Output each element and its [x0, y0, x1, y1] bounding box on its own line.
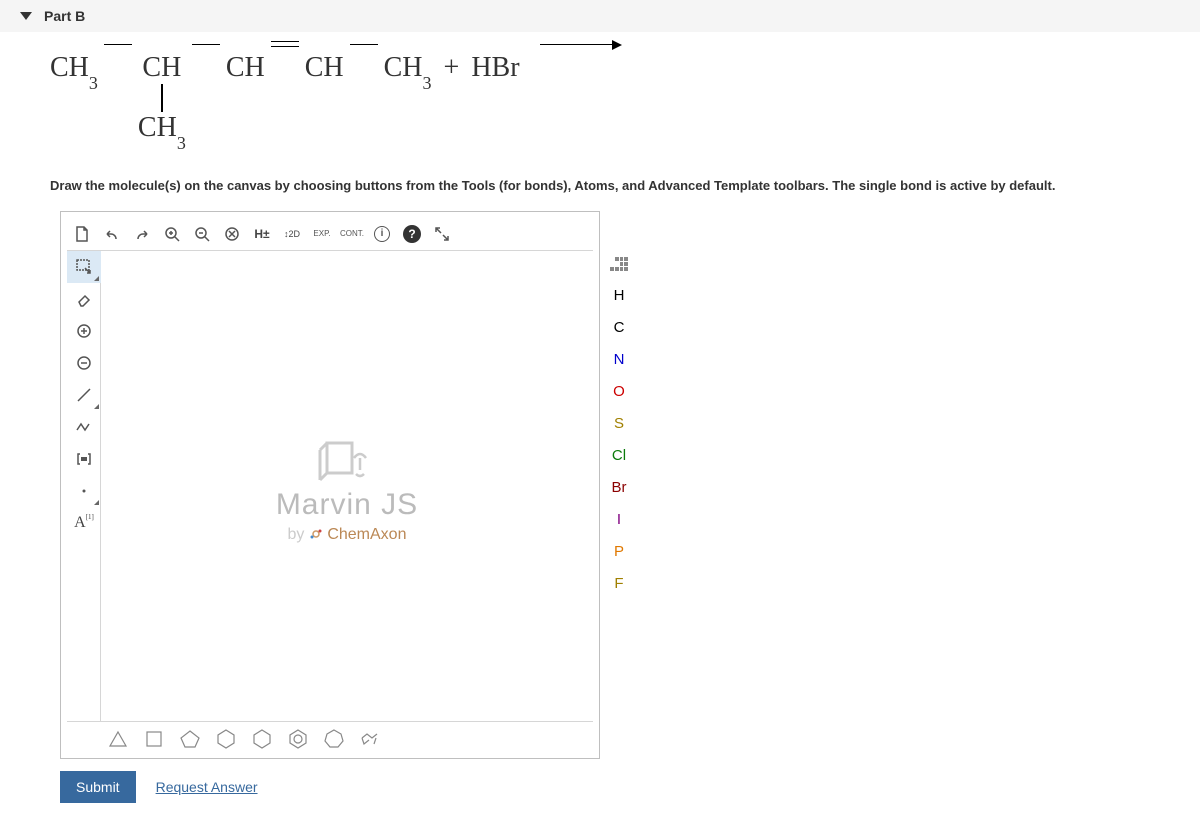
- editor-main-area: A[1] Marvin JS by ChemAxon: [67, 251, 593, 721]
- add-charge-minus-button[interactable]: [67, 347, 101, 379]
- reactant-hbr: HBr: [471, 52, 519, 84]
- reactant-ch-2: CH: [226, 52, 265, 84]
- add-charge-plus-button[interactable]: [67, 315, 101, 347]
- hexagon-template-button[interactable]: [215, 728, 237, 750]
- double-bond-icon: [271, 41, 299, 47]
- exp-label: EXP.: [313, 230, 330, 238]
- delete-button[interactable]: [217, 220, 247, 248]
- request-answer-link[interactable]: Request Answer: [156, 779, 258, 795]
- instructions-text: Draw the molecule(s) on the canvas by ch…: [50, 178, 1150, 193]
- sub-3: 3: [89, 73, 98, 93]
- atom-f-button[interactable]: F: [599, 568, 639, 600]
- benzene-template-button[interactable]: [287, 728, 309, 750]
- heptagon-template-button[interactable]: [323, 728, 345, 750]
- radical-tool-button[interactable]: [67, 475, 101, 507]
- undo-button[interactable]: [97, 220, 127, 248]
- atom-s-button[interactable]: S: [599, 408, 639, 440]
- question-content: CH3 CH CH3 CH CH CH3 + HBr: [0, 32, 1200, 178]
- atoms-toolbar: H C N O S Cl Br I P F: [599, 248, 643, 600]
- action-bar: Submit Request Answer: [60, 771, 1200, 803]
- zoom-in-button[interactable]: [157, 220, 187, 248]
- part-header[interactable]: Part B: [0, 0, 1200, 32]
- left-toolbar: A[1]: [67, 251, 101, 721]
- chemaxon-byline: by ChemAxon: [288, 526, 407, 544]
- top-toolbar: H± ↕2D EXP. CONT. i ?: [67, 218, 593, 251]
- new-document-button[interactable]: [67, 220, 97, 248]
- marvin-editor: H± ↕2D EXP. CONT. i ? A[1] Marvin JS: [60, 211, 600, 759]
- atom-p-button[interactable]: P: [599, 536, 639, 568]
- single-bond-icon: [350, 44, 378, 45]
- atom-cl-button[interactable]: Cl: [599, 440, 639, 472]
- chain-tool-button[interactable]: [67, 411, 101, 443]
- a-label: A: [74, 514, 86, 532]
- atom-br-button[interactable]: Br: [599, 472, 639, 504]
- twod-label: 2D: [288, 229, 300, 239]
- fullscreen-button[interactable]: [427, 220, 457, 248]
- reactant-ch-3: CH: [305, 52, 344, 84]
- single-bond-icon: [104, 44, 132, 45]
- template-toolbar: [67, 721, 593, 752]
- atom-h-button[interactable]: H: [599, 280, 639, 312]
- submit-button[interactable]: Submit: [60, 771, 136, 803]
- clean-2d-button[interactable]: ↕2D: [277, 220, 307, 248]
- atom-n-button[interactable]: N: [599, 344, 639, 376]
- single-bond-tool-button[interactable]: [67, 379, 101, 411]
- selection-tool-button[interactable]: [67, 251, 101, 283]
- branch-sub: 3: [177, 133, 186, 153]
- atom-label-button[interactable]: A[1]: [67, 507, 101, 539]
- chemaxon-text: ChemAxon: [327, 526, 406, 543]
- atom-i-button[interactable]: I: [599, 504, 639, 536]
- reactant-ch3-2: CH: [384, 52, 423, 83]
- expand-button[interactable]: EXP.: [307, 220, 337, 248]
- help-button[interactable]: ?: [397, 220, 427, 248]
- plus-sign: +: [444, 52, 460, 84]
- caret-down-icon: [20, 12, 32, 20]
- zoom-out-button[interactable]: [187, 220, 217, 248]
- single-bond-icon: [192, 44, 220, 45]
- square-template-button[interactable]: [143, 728, 165, 750]
- eraser-tool-button[interactable]: [67, 283, 101, 315]
- chair-template-button[interactable]: [359, 728, 381, 750]
- reaction-equation: CH3 CH CH3 CH CH CH3 + HBr: [50, 52, 1150, 148]
- redo-button[interactable]: [127, 220, 157, 248]
- chemaxon-logo-icon: [309, 527, 323, 541]
- part-title: Part B: [44, 8, 85, 24]
- marvin-logo-text: Marvin JS: [276, 488, 418, 522]
- atom-o-button[interactable]: O: [599, 376, 639, 408]
- h-plus-minus-button[interactable]: H±: [247, 220, 277, 248]
- hpm-label: H±: [254, 227, 269, 241]
- drawing-canvas[interactable]: Marvin JS by ChemAxon: [101, 251, 593, 721]
- branch-bond-icon: [161, 84, 163, 112]
- marvin-logo-icon: [312, 428, 382, 488]
- atom-c-button[interactable]: C: [599, 312, 639, 344]
- reaction-arrow-icon: [540, 44, 620, 45]
- pentagon-template-button[interactable]: [179, 728, 201, 750]
- bracket-tool-button[interactable]: [67, 443, 101, 475]
- a-sup: [1]: [86, 513, 94, 521]
- info-button[interactable]: i: [367, 220, 397, 248]
- by-text: by: [288, 526, 305, 543]
- reactant-ch-branch: CH: [142, 52, 181, 84]
- periodic-table-button[interactable]: [599, 248, 639, 280]
- cyclohexane-template-button[interactable]: [251, 728, 273, 750]
- triangle-template-button[interactable]: [107, 728, 129, 750]
- branch-ch3: CH: [138, 112, 177, 143]
- cont-label: CONT.: [340, 230, 364, 238]
- contract-button[interactable]: CONT.: [337, 220, 367, 248]
- sub-3b: 3: [423, 73, 432, 93]
- reactant-ch3-1: CH: [50, 52, 89, 83]
